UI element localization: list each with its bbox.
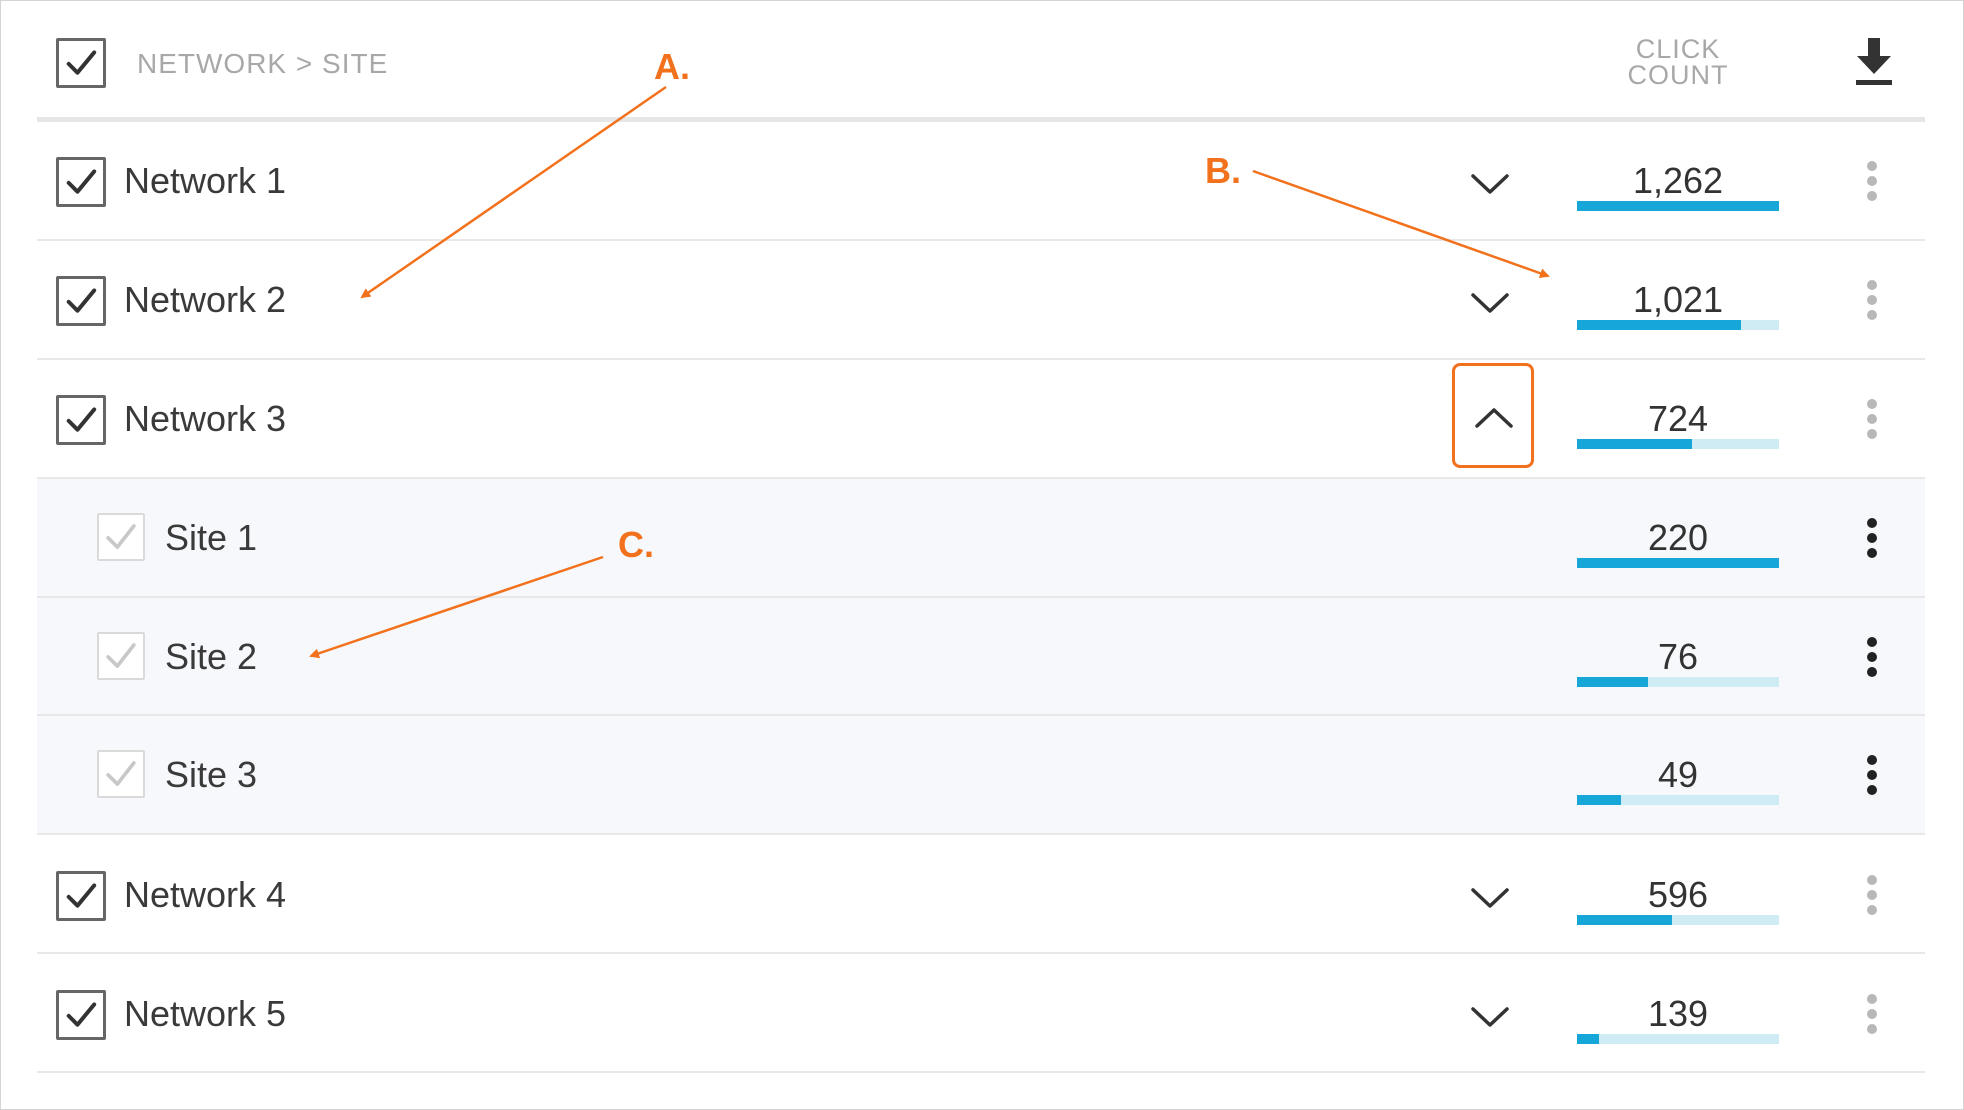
- annotation-label-b: B.: [1205, 150, 1241, 191]
- annotation-arrows: [309, 85, 1550, 659]
- annotation-arrow-a: [360, 85, 667, 299]
- annotation-label-a: A.: [654, 46, 690, 87]
- annotation-arrow-b: [1252, 169, 1550, 279]
- annotation-arrow-c: [309, 555, 604, 659]
- annotation-label-c: C.: [618, 524, 654, 565]
